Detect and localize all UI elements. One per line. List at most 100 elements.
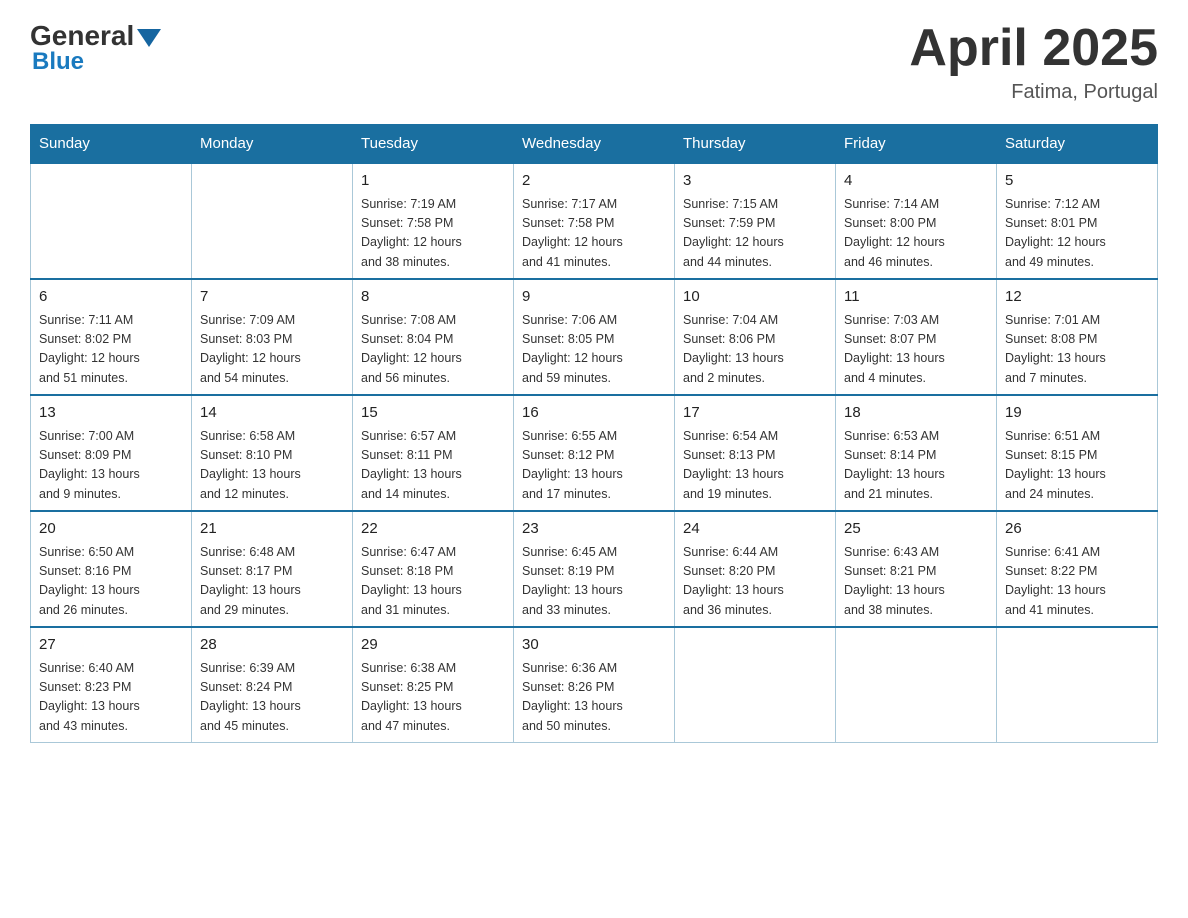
calendar-cell: 29Sunrise: 6:38 AM Sunset: 8:25 PM Dayli… [353, 627, 514, 743]
day-info: Sunrise: 7:15 AM Sunset: 7:59 PM Dayligh… [683, 195, 827, 273]
calendar-cell: 21Sunrise: 6:48 AM Sunset: 8:17 PM Dayli… [192, 511, 353, 627]
day-info: Sunrise: 6:57 AM Sunset: 8:11 PM Dayligh… [361, 427, 505, 505]
calendar-cell: 14Sunrise: 6:58 AM Sunset: 8:10 PM Dayli… [192, 395, 353, 511]
day-number: 24 [683, 518, 827, 541]
day-info: Sunrise: 6:44 AM Sunset: 8:20 PM Dayligh… [683, 543, 827, 621]
day-info: Sunrise: 6:40 AM Sunset: 8:23 PM Dayligh… [39, 659, 183, 737]
calendar-week-3: 13Sunrise: 7:00 AM Sunset: 8:09 PM Dayli… [31, 395, 1158, 511]
day-number: 3 [683, 170, 827, 193]
calendar-cell [675, 627, 836, 743]
calendar-cell [192, 163, 353, 279]
day-info: Sunrise: 6:48 AM Sunset: 8:17 PM Dayligh… [200, 543, 344, 621]
day-info: Sunrise: 7:14 AM Sunset: 8:00 PM Dayligh… [844, 195, 988, 273]
day-number: 26 [1005, 518, 1149, 541]
calendar-cell: 26Sunrise: 6:41 AM Sunset: 8:22 PM Dayli… [997, 511, 1158, 627]
day-number: 6 [39, 286, 183, 309]
day-info: Sunrise: 6:36 AM Sunset: 8:26 PM Dayligh… [522, 659, 666, 737]
day-number: 21 [200, 518, 344, 541]
day-info: Sunrise: 6:50 AM Sunset: 8:16 PM Dayligh… [39, 543, 183, 621]
weekday-header-tuesday: Tuesday [353, 125, 514, 164]
calendar-week-4: 20Sunrise: 6:50 AM Sunset: 8:16 PM Dayli… [31, 511, 1158, 627]
day-number: 20 [39, 518, 183, 541]
title-block: April 2025 Fatima, Portugal [909, 20, 1158, 104]
calendar-cell: 24Sunrise: 6:44 AM Sunset: 8:20 PM Dayli… [675, 511, 836, 627]
day-info: Sunrise: 7:00 AM Sunset: 8:09 PM Dayligh… [39, 427, 183, 505]
calendar-cell: 1Sunrise: 7:19 AM Sunset: 7:58 PM Daylig… [353, 163, 514, 279]
calendar-cell: 25Sunrise: 6:43 AM Sunset: 8:21 PM Dayli… [836, 511, 997, 627]
weekday-header-thursday: Thursday [675, 125, 836, 164]
calendar-cell: 16Sunrise: 6:55 AM Sunset: 8:12 PM Dayli… [514, 395, 675, 511]
day-info: Sunrise: 6:39 AM Sunset: 8:24 PM Dayligh… [200, 659, 344, 737]
day-number: 29 [361, 634, 505, 657]
day-number: 12 [1005, 286, 1149, 309]
day-number: 22 [361, 518, 505, 541]
logo: General Blue [30, 20, 161, 76]
day-number: 1 [361, 170, 505, 193]
calendar-cell: 9Sunrise: 7:06 AM Sunset: 8:05 PM Daylig… [514, 279, 675, 395]
day-info: Sunrise: 7:01 AM Sunset: 8:08 PM Dayligh… [1005, 311, 1149, 389]
day-info: Sunrise: 7:03 AM Sunset: 8:07 PM Dayligh… [844, 311, 988, 389]
calendar-cell: 19Sunrise: 6:51 AM Sunset: 8:15 PM Dayli… [997, 395, 1158, 511]
calendar-cell: 22Sunrise: 6:47 AM Sunset: 8:18 PM Dayli… [353, 511, 514, 627]
day-info: Sunrise: 6:51 AM Sunset: 8:15 PM Dayligh… [1005, 427, 1149, 505]
day-info: Sunrise: 6:55 AM Sunset: 8:12 PM Dayligh… [522, 427, 666, 505]
day-number: 7 [200, 286, 344, 309]
day-info: Sunrise: 6:41 AM Sunset: 8:22 PM Dayligh… [1005, 543, 1149, 621]
calendar-cell: 4Sunrise: 7:14 AM Sunset: 8:00 PM Daylig… [836, 163, 997, 279]
day-info: Sunrise: 7:08 AM Sunset: 8:04 PM Dayligh… [361, 311, 505, 389]
day-number: 25 [844, 518, 988, 541]
day-info: Sunrise: 6:43 AM Sunset: 8:21 PM Dayligh… [844, 543, 988, 621]
calendar-cell: 6Sunrise: 7:11 AM Sunset: 8:02 PM Daylig… [31, 279, 192, 395]
day-number: 10 [683, 286, 827, 309]
calendar-cell [31, 163, 192, 279]
day-info: Sunrise: 7:12 AM Sunset: 8:01 PM Dayligh… [1005, 195, 1149, 273]
day-info: Sunrise: 7:09 AM Sunset: 8:03 PM Dayligh… [200, 311, 344, 389]
calendar-cell: 3Sunrise: 7:15 AM Sunset: 7:59 PM Daylig… [675, 163, 836, 279]
weekday-header-monday: Monday [192, 125, 353, 164]
weekday-header-sunday: Sunday [31, 125, 192, 164]
day-info: Sunrise: 6:53 AM Sunset: 8:14 PM Dayligh… [844, 427, 988, 505]
calendar-table: SundayMondayTuesdayWednesdayThursdayFrid… [30, 124, 1158, 743]
day-number: 23 [522, 518, 666, 541]
day-number: 27 [39, 634, 183, 657]
calendar-cell: 12Sunrise: 7:01 AM Sunset: 8:08 PM Dayli… [997, 279, 1158, 395]
logo-blue-text: Blue [32, 48, 84, 76]
calendar-cell: 8Sunrise: 7:08 AM Sunset: 8:04 PM Daylig… [353, 279, 514, 395]
calendar-cell: 27Sunrise: 6:40 AM Sunset: 8:23 PM Dayli… [31, 627, 192, 743]
calendar-cell [997, 627, 1158, 743]
calendar-cell: 13Sunrise: 7:00 AM Sunset: 8:09 PM Dayli… [31, 395, 192, 511]
day-number: 11 [844, 286, 988, 309]
calendar-week-2: 6Sunrise: 7:11 AM Sunset: 8:02 PM Daylig… [31, 279, 1158, 395]
calendar-header-row: SundayMondayTuesdayWednesdayThursdayFrid… [31, 125, 1158, 164]
day-info: Sunrise: 7:11 AM Sunset: 8:02 PM Dayligh… [39, 311, 183, 389]
day-info: Sunrise: 7:06 AM Sunset: 8:05 PM Dayligh… [522, 311, 666, 389]
day-number: 2 [522, 170, 666, 193]
day-info: Sunrise: 7:04 AM Sunset: 8:06 PM Dayligh… [683, 311, 827, 389]
calendar-title: April 2025 [909, 20, 1158, 77]
calendar-cell: 28Sunrise: 6:39 AM Sunset: 8:24 PM Dayli… [192, 627, 353, 743]
day-number: 18 [844, 402, 988, 425]
day-info: Sunrise: 6:54 AM Sunset: 8:13 PM Dayligh… [683, 427, 827, 505]
day-number: 16 [522, 402, 666, 425]
calendar-cell: 5Sunrise: 7:12 AM Sunset: 8:01 PM Daylig… [997, 163, 1158, 279]
day-number: 15 [361, 402, 505, 425]
day-number: 9 [522, 286, 666, 309]
day-info: Sunrise: 6:38 AM Sunset: 8:25 PM Dayligh… [361, 659, 505, 737]
day-number: 13 [39, 402, 183, 425]
day-number: 14 [200, 402, 344, 425]
weekday-header-wednesday: Wednesday [514, 125, 675, 164]
calendar-location: Fatima, Portugal [909, 81, 1158, 104]
calendar-cell: 20Sunrise: 6:50 AM Sunset: 8:16 PM Dayli… [31, 511, 192, 627]
weekday-header-friday: Friday [836, 125, 997, 164]
day-info: Sunrise: 6:45 AM Sunset: 8:19 PM Dayligh… [522, 543, 666, 621]
logo-triangle-icon [137, 29, 161, 47]
calendar-cell: 7Sunrise: 7:09 AM Sunset: 8:03 PM Daylig… [192, 279, 353, 395]
day-info: Sunrise: 7:19 AM Sunset: 7:58 PM Dayligh… [361, 195, 505, 273]
day-number: 19 [1005, 402, 1149, 425]
calendar-cell: 2Sunrise: 7:17 AM Sunset: 7:58 PM Daylig… [514, 163, 675, 279]
page-header: General Blue April 2025 Fatima, Portugal [30, 20, 1158, 104]
calendar-week-5: 27Sunrise: 6:40 AM Sunset: 8:23 PM Dayli… [31, 627, 1158, 743]
calendar-week-1: 1Sunrise: 7:19 AM Sunset: 7:58 PM Daylig… [31, 163, 1158, 279]
day-number: 8 [361, 286, 505, 309]
day-number: 17 [683, 402, 827, 425]
